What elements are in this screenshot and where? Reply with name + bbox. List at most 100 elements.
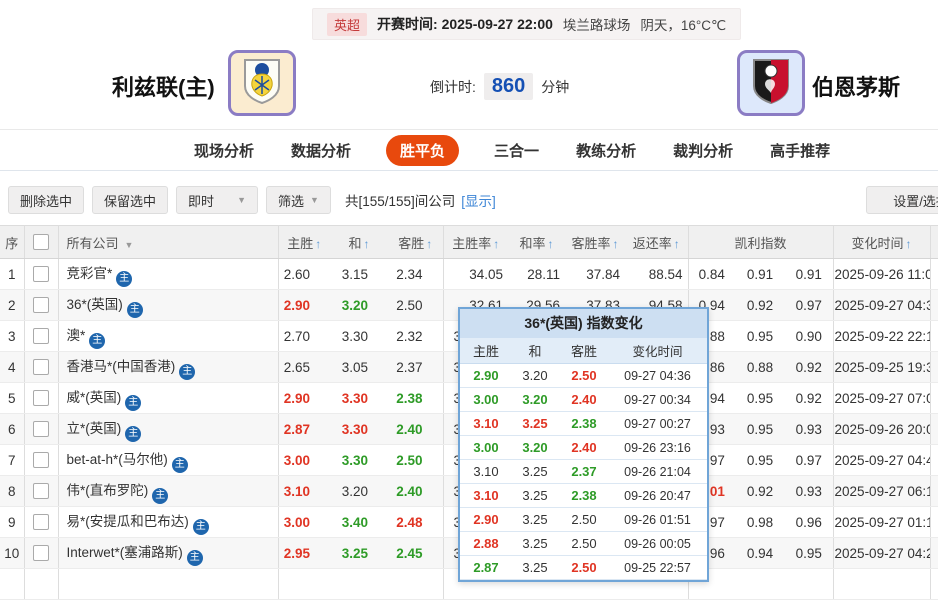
- company-name[interactable]: bet-at-h*(马尔他) 主: [57, 444, 278, 476]
- home-odds[interactable]: 2.90: [277, 289, 330, 321]
- col-draw-odds[interactable]: 和 ↑: [330, 225, 388, 259]
- row-checkbox[interactable]: [33, 514, 49, 531]
- filter-dropdown[interactable]: 筛选 ▼: [266, 186, 331, 214]
- draw-odds[interactable]: 3.30: [330, 382, 388, 414]
- draw-odds[interactable]: 3.25: [330, 537, 388, 569]
- popup-odds-row: 3.10 3.25 2.38 09-26 20:47: [460, 484, 707, 508]
- home-odds[interactable]: 2.60: [277, 258, 330, 290]
- away-odds[interactable]: 2.50: [388, 444, 443, 476]
- col-home-odds[interactable]: 主胜 ↑: [277, 225, 330, 259]
- col-change-time[interactable]: 变化时间 ↑: [832, 225, 931, 259]
- company-name[interactable]: 36*(英国) 主: [57, 289, 278, 321]
- company-name[interactable]: 立*(英国) 主: [57, 413, 278, 445]
- settings-select-button[interactable]: 设置/选择: [866, 186, 938, 214]
- table-row[interactable]: 1 竞彩官* 主 2.60 3.15 2.34 34.05 28.11 37.84 88.54 0.…: [0, 258, 938, 290]
- row-checkbox-cell: [23, 320, 58, 352]
- draw-odds[interactable]: 3.30: [330, 413, 388, 445]
- popup-away-odds: 2.37: [571, 464, 597, 479]
- row-checkbox-cell: [23, 537, 58, 569]
- row-checkbox[interactable]: [33, 545, 49, 562]
- show-link[interactable]: [显示]: [461, 190, 496, 210]
- away-odds[interactable]: 2.37: [388, 351, 443, 383]
- draw-odds[interactable]: 3.30: [330, 444, 388, 476]
- col-away-odds[interactable]: 客胜 ↑: [388, 225, 443, 259]
- away-odds[interactable]: 2.32: [388, 320, 443, 352]
- tab-3[interactable]: 胜平负: [386, 134, 460, 166]
- company-name[interactable]: Interwet*(塞浦路斯) 主: [57, 537, 278, 569]
- draw-odds[interactable]: 3.15: [330, 258, 388, 290]
- tab-6[interactable]: 裁判分析: [671, 135, 735, 166]
- col-company[interactable]: 所有公司 ▼: [57, 225, 278, 259]
- row-checkbox[interactable]: [33, 390, 49, 407]
- popup-draw-odds: 3.25: [522, 536, 548, 551]
- away-odds[interactable]: 2.38: [388, 382, 443, 414]
- kelly-3: 0.96: [785, 506, 834, 538]
- league-badge: 英超: [327, 12, 368, 36]
- popup-draw-odds: 3.25: [522, 560, 548, 575]
- tab-7[interactable]: 高手推荐: [768, 135, 832, 166]
- away-rate: 37.84: [565, 258, 625, 290]
- col-away-rate[interactable]: 客胜率 ↑: [565, 225, 625, 259]
- tab-5[interactable]: 教练分析: [574, 135, 638, 166]
- keep-selected-button[interactable]: 保留选中: [92, 186, 169, 214]
- company-name[interactable]: 澳* 主: [57, 320, 278, 352]
- home-odds[interactable]: 2.95: [277, 537, 330, 569]
- popup-away-odds: 2.40: [571, 440, 597, 455]
- host-odds-icon: 主: [171, 456, 188, 473]
- clipped-cell: [929, 289, 938, 321]
- instant-dropdown[interactable]: 即时 ▼: [176, 186, 259, 214]
- host-odds-icon: 主: [192, 518, 209, 535]
- draw-odds[interactable]: 3.20: [330, 289, 388, 321]
- away-odds[interactable]: 2.34: [388, 258, 443, 290]
- popup-col-1: 主胜: [472, 344, 499, 359]
- home-odds[interactable]: 3.10: [277, 475, 330, 507]
- tab-2[interactable]: 数据分析: [289, 135, 353, 166]
- draw-odds[interactable]: 3.05: [330, 351, 388, 383]
- tab-4[interactable]: 三合一: [492, 135, 541, 166]
- row-checkbox[interactable]: [33, 328, 49, 345]
- home-odds[interactable]: 3.00: [277, 506, 330, 538]
- popup-home-odds: 3.10: [473, 464, 499, 479]
- home-odds[interactable]: 2.90: [277, 382, 330, 414]
- col-home-rate[interactable]: 主胜率 ↑: [442, 225, 508, 259]
- company-name[interactable]: 威*(英国) 主: [57, 382, 278, 414]
- row-seq: 6: [0, 413, 24, 445]
- clipped-cell: [929, 258, 938, 290]
- draw-odds[interactable]: 3.30: [330, 320, 388, 352]
- away-odds[interactable]: 2.50: [388, 289, 443, 321]
- home-odds[interactable]: 2.65: [277, 351, 330, 383]
- delete-selected-button[interactable]: 删除选中: [8, 186, 85, 214]
- company-name[interactable]: 香港马*(中国香港) 主: [57, 351, 278, 383]
- away-odds[interactable]: 2.48: [388, 506, 443, 538]
- home-odds[interactable]: 3.00: [277, 444, 330, 476]
- col-draw-rate[interactable]: 和率 ↑: [508, 225, 565, 259]
- col-seq[interactable]: 序: [0, 225, 24, 259]
- away-odds[interactable]: 2.40: [388, 475, 443, 507]
- row-checkbox[interactable]: [33, 359, 49, 376]
- row-checkbox[interactable]: [33, 421, 49, 438]
- instant-dropdown-value: 即时: [188, 193, 215, 209]
- host-odds-icon: 主: [152, 487, 169, 504]
- row-checkbox[interactable]: [33, 266, 49, 283]
- away-odds[interactable]: 2.45: [388, 537, 443, 569]
- popup-home-odds: 3.10: [473, 416, 499, 431]
- row-checkbox[interactable]: [33, 297, 49, 314]
- row-checkbox[interactable]: [33, 483, 49, 500]
- row-checkbox[interactable]: [33, 452, 49, 469]
- clipped-cell: [929, 413, 938, 445]
- company-name[interactable]: 伟*(直布罗陀) 主: [57, 475, 278, 507]
- col-kelly-index[interactable]: 凯利指数: [687, 225, 834, 259]
- company-name[interactable]: 竞彩官* 主: [57, 258, 278, 290]
- home-odds[interactable]: 2.87: [277, 413, 330, 445]
- draw-odds[interactable]: 3.40: [330, 506, 388, 538]
- col-return-rate[interactable]: 返还率 ↑: [625, 225, 688, 259]
- change-time: 2025-09-27 04:45: [832, 444, 931, 476]
- popup-away-odds: 2.38: [571, 488, 597, 503]
- draw-rate: 28.11: [508, 258, 565, 290]
- away-odds[interactable]: 2.40: [388, 413, 443, 445]
- company-name[interactable]: 易*(安提瓜和巴布达) 主: [57, 506, 278, 538]
- select-all-checkbox[interactable]: [33, 234, 49, 251]
- tab-1[interactable]: 现场分析: [192, 135, 256, 166]
- draw-odds[interactable]: 3.20: [330, 475, 388, 507]
- home-odds[interactable]: 2.70: [277, 320, 330, 352]
